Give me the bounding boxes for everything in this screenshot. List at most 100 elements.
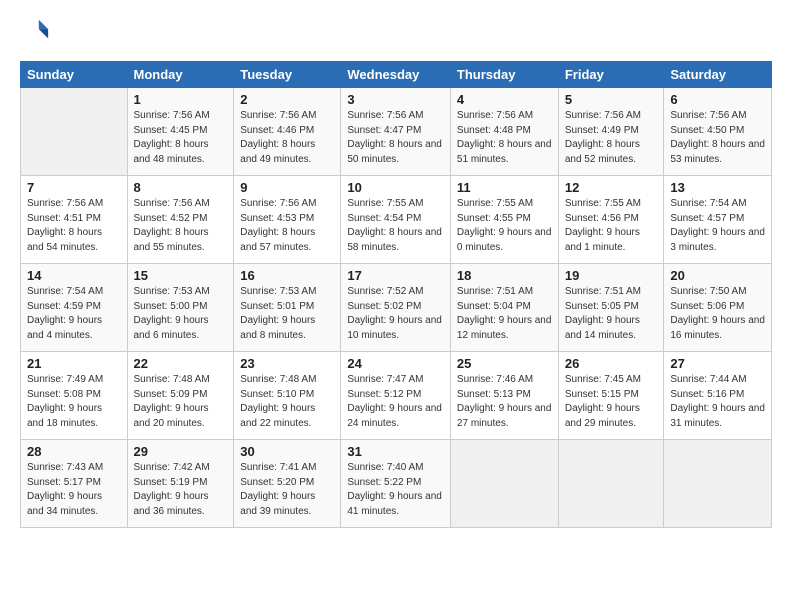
day-info: Sunrise: 7:41 AMSunset: 5:20 PMDaylight:…: [240, 461, 334, 519]
day-info: Sunrise: 7:54 AMSunset: 4:59 PMDaylight:…: [27, 285, 121, 343]
calendar-cell: 26 Sunrise: 7:45 AMSunset: 5:15 PMDayligh…: [558, 352, 664, 440]
day-info: Sunrise: 7:51 AMSunset: 5:04 PMDaylight:…: [457, 285, 552, 343]
day-number: 31: [347, 444, 444, 459]
day-info: Sunrise: 7:56 AMSunset: 4:50 PMDaylight:…: [670, 109, 765, 167]
calendar-week-row: 28 Sunrise: 7:43 AMSunset: 5:17 PMDayligh…: [21, 440, 772, 528]
day-info: Sunrise: 7:56 AMSunset: 4:45 PMDaylight:…: [134, 109, 228, 167]
day-number: 1: [134, 92, 228, 107]
calendar-cell: 15Sunrise: 7:53 AMSunset: 5:00 PMDayligh…: [127, 264, 234, 352]
calendar-cell: 9 Sunrise: 7:56 AMSunset: 4:53 PMDaylight…: [234, 176, 341, 264]
weekday-header: Monday: [127, 62, 234, 88]
calendar-cell: [21, 88, 128, 176]
calendar-cell: 7Sunrise: 7:56 AMSunset: 4:51 PMDaylight…: [21, 176, 128, 264]
day-number: 26: [565, 356, 658, 371]
day-info: Sunrise: 7:56 AMSunset: 4:53 PMDaylight:…: [240, 197, 334, 255]
calendar-cell: [450, 440, 558, 528]
weekday-header-row: SundayMondayTuesdayWednesdayThursdayFrid…: [21, 62, 772, 88]
calendar-cell: 31 Sunrise: 7:40 AMSunset: 5:22 PMDayligh…: [341, 440, 451, 528]
calendar-cell: 16 Sunrise: 7:53 AMSunset: 5:01 PMDayligh…: [234, 264, 341, 352]
calendar-cell: 23 Sunrise: 7:48 AMSunset: 5:10 PMDayligh…: [234, 352, 341, 440]
day-number: 14: [27, 268, 121, 283]
calendar-cell: 29 Sunrise: 7:42 AMSunset: 5:19 PMDayligh…: [127, 440, 234, 528]
day-info: Sunrise: 7:56 AMSunset: 4:46 PMDaylight:…: [240, 109, 334, 167]
calendar-cell: 22Sunrise: 7:48 AMSunset: 5:09 PMDayligh…: [127, 352, 234, 440]
day-number: 18: [457, 268, 552, 283]
day-number: 29: [134, 444, 228, 459]
day-info: Sunrise: 7:55 AMSunset: 4:56 PMDaylight:…: [565, 197, 658, 255]
day-info: Sunrise: 7:48 AMSunset: 5:09 PMDaylight:…: [134, 373, 228, 431]
calendar-cell: 3 Sunrise: 7:56 AMSunset: 4:47 PMDaylight…: [341, 88, 451, 176]
day-number: 10: [347, 180, 444, 195]
weekday-header: Thursday: [450, 62, 558, 88]
calendar-cell: 8Sunrise: 7:56 AMSunset: 4:52 PMDaylight…: [127, 176, 234, 264]
calendar-cell: 14 Sunrise: 7:54 AMSunset: 4:59 PMDayligh…: [21, 264, 128, 352]
day-info: Sunrise: 7:55 AMSunset: 4:54 PMDaylight:…: [347, 197, 444, 255]
day-number: 21: [27, 356, 121, 371]
calendar-cell: 17 Sunrise: 7:52 AMSunset: 5:02 PMDayligh…: [341, 264, 451, 352]
day-number: 9: [240, 180, 334, 195]
day-number: 13: [670, 180, 765, 195]
calendar-cell: 12 Sunrise: 7:55 AMSunset: 4:56 PMDayligh…: [558, 176, 664, 264]
calendar-cell: 28 Sunrise: 7:43 AMSunset: 5:17 PMDayligh…: [21, 440, 128, 528]
calendar-cell: 6Sunrise: 7:56 AMSunset: 4:50 PMDaylight…: [664, 88, 772, 176]
calendar-cell: 27Sunrise: 7:44 AMSunset: 5:16 PMDayligh…: [664, 352, 772, 440]
day-info: Sunrise: 7:55 AMSunset: 4:55 PMDaylight:…: [457, 197, 552, 255]
day-info: Sunrise: 7:53 AMSunset: 5:01 PMDaylight:…: [240, 285, 334, 343]
day-info: Sunrise: 7:48 AMSunset: 5:10 PMDaylight:…: [240, 373, 334, 431]
calendar-week-row: 14 Sunrise: 7:54 AMSunset: 4:59 PMDayligh…: [21, 264, 772, 352]
calendar-cell: 2 Sunrise: 7:56 AMSunset: 4:46 PMDaylight…: [234, 88, 341, 176]
calendar-cell: 18 Sunrise: 7:51 AMSunset: 5:04 PMDayligh…: [450, 264, 558, 352]
day-info: Sunrise: 7:45 AMSunset: 5:15 PMDaylight:…: [565, 373, 658, 431]
calendar-cell: 25 Sunrise: 7:46 AMSunset: 5:13 PMDayligh…: [450, 352, 558, 440]
calendar-cell: [664, 440, 772, 528]
day-info: Sunrise: 7:56 AMSunset: 4:47 PMDaylight:…: [347, 109, 444, 167]
day-info: Sunrise: 7:56 AMSunset: 4:49 PMDaylight:…: [565, 109, 658, 167]
calendar-cell: 13 Sunrise: 7:54 AMSunset: 4:57 PMDayligh…: [664, 176, 772, 264]
calendar-week-row: 1 Sunrise: 7:56 AMSunset: 4:45 PMDaylight…: [21, 88, 772, 176]
calendar-cell: 11 Sunrise: 7:55 AMSunset: 4:55 PMDayligh…: [450, 176, 558, 264]
day-number: 11: [457, 180, 552, 195]
day-info: Sunrise: 7:56 AMSunset: 4:52 PMDaylight:…: [134, 197, 228, 255]
header: [20, 16, 772, 49]
day-number: 7: [27, 180, 121, 195]
day-info: Sunrise: 7:42 AMSunset: 5:19 PMDaylight:…: [134, 461, 228, 519]
day-number: 4: [457, 92, 552, 107]
calendar-cell: 5 Sunrise: 7:56 AMSunset: 4:49 PMDaylight…: [558, 88, 664, 176]
day-info: Sunrise: 7:51 AMSunset: 5:05 PMDaylight:…: [565, 285, 658, 343]
day-number: 2: [240, 92, 334, 107]
calendar-cell: [558, 440, 664, 528]
calendar-cell: 10 Sunrise: 7:55 AMSunset: 4:54 PMDayligh…: [341, 176, 451, 264]
calendar-cell: 1 Sunrise: 7:56 AMSunset: 4:45 PMDaylight…: [127, 88, 234, 176]
calendar-cell: 30 Sunrise: 7:41 AMSunset: 5:20 PMDayligh…: [234, 440, 341, 528]
day-info: Sunrise: 7:40 AMSunset: 5:22 PMDaylight:…: [347, 461, 444, 519]
calendar-week-row: 21 Sunrise: 7:49 AMSunset: 5:08 PMDayligh…: [21, 352, 772, 440]
day-number: 3: [347, 92, 444, 107]
day-number: 30: [240, 444, 334, 459]
calendar-week-row: 7Sunrise: 7:56 AMSunset: 4:51 PMDaylight…: [21, 176, 772, 264]
day-info: Sunrise: 7:52 AMSunset: 5:02 PMDaylight:…: [347, 285, 444, 343]
day-info: Sunrise: 7:50 AMSunset: 5:06 PMDaylight:…: [670, 285, 765, 343]
weekday-header: Saturday: [664, 62, 772, 88]
day-number: 25: [457, 356, 552, 371]
day-info: Sunrise: 7:44 AMSunset: 5:16 PMDaylight:…: [670, 373, 765, 431]
day-number: 23: [240, 356, 334, 371]
weekday-header: Wednesday: [341, 62, 451, 88]
logo-icon: [22, 16, 50, 44]
day-number: 16: [240, 268, 334, 283]
day-info: Sunrise: 7:46 AMSunset: 5:13 PMDaylight:…: [457, 373, 552, 431]
day-info: Sunrise: 7:43 AMSunset: 5:17 PMDaylight:…: [27, 461, 121, 519]
day-number: 5: [565, 92, 658, 107]
day-number: 20: [670, 268, 765, 283]
day-info: Sunrise: 7:49 AMSunset: 5:08 PMDaylight:…: [27, 373, 121, 431]
calendar: SundayMondayTuesdayWednesdayThursdayFrid…: [20, 61, 772, 528]
day-number: 17: [347, 268, 444, 283]
weekday-header: Tuesday: [234, 62, 341, 88]
logo: [20, 16, 50, 49]
day-info: Sunrise: 7:56 AMSunset: 4:48 PMDaylight:…: [457, 109, 552, 167]
day-number: 12: [565, 180, 658, 195]
calendar-cell: 24Sunrise: 7:47 AMSunset: 5:12 PMDayligh…: [341, 352, 451, 440]
day-info: Sunrise: 7:54 AMSunset: 4:57 PMDaylight:…: [670, 197, 765, 255]
weekday-header: Friday: [558, 62, 664, 88]
calendar-cell: 20 Sunrise: 7:50 AMSunset: 5:06 PMDayligh…: [664, 264, 772, 352]
day-number: 28: [27, 444, 121, 459]
